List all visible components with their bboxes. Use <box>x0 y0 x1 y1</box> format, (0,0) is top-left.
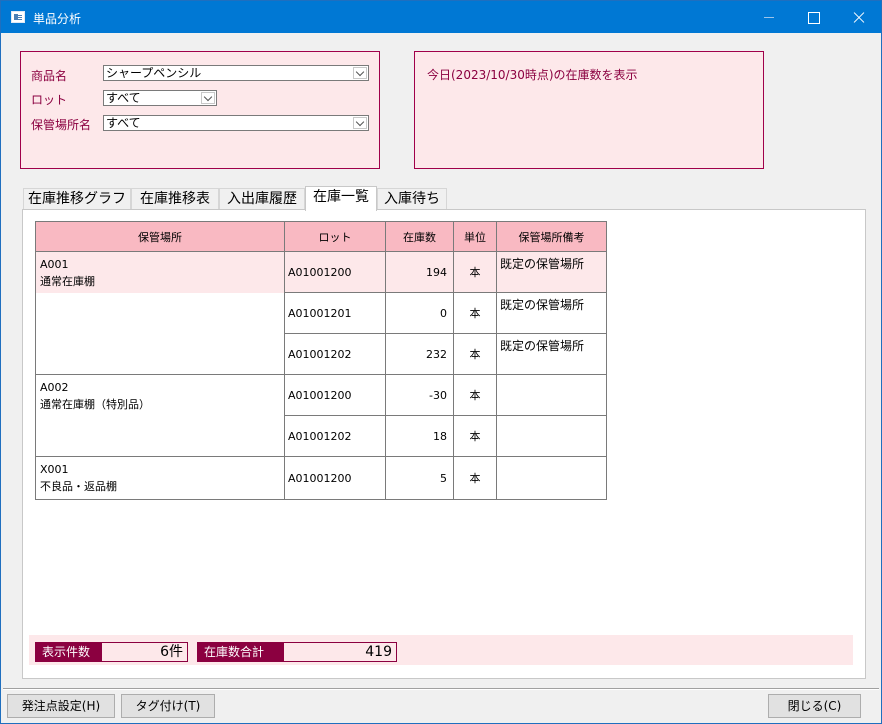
tagging-button[interactable]: タグ付け(T) <box>121 694 215 718</box>
qty-cell[interactable]: -30 <box>385 374 454 416</box>
location-code: A002 <box>40 381 69 394</box>
unit-cell[interactable]: 本 <box>453 333 497 375</box>
unit-cell[interactable]: 本 <box>453 251 497 293</box>
window: 単品分析 商品名 シャープペンシル ロット すべて 保管場所名 すべて 今日(2… <box>0 0 882 724</box>
location-name: 通常在庫棚（特別品） <box>40 398 150 411</box>
unit-cell[interactable]: 本 <box>453 415 497 457</box>
location-cell-highlight: A001 通常在庫棚 <box>36 252 284 293</box>
count-label: 表示件数 <box>35 642 101 662</box>
count-value: 6件 <box>101 642 188 662</box>
note-cell[interactable]: 既定の保管場所 <box>496 251 607 293</box>
table-row[interactable]: A002 通常在庫棚（特別品） A01001200 -30 本 <box>35 374 607 457</box>
qty-cell[interactable]: 0 <box>385 292 454 334</box>
qty-cell[interactable]: 18 <box>385 415 454 457</box>
divider-highlight <box>3 689 879 690</box>
note-cell[interactable]: 既定の保管場所 <box>496 292 607 334</box>
lot-cell[interactable]: A01001200 <box>284 251 386 293</box>
note-cell[interactable]: 既定の保管場所 <box>496 333 607 375</box>
lot-cell[interactable]: A01001202 <box>284 333 386 375</box>
lot-cell[interactable]: A01001200 <box>284 456 386 500</box>
note-cell[interactable] <box>496 456 607 500</box>
product-label: 商品名 <box>31 69 68 83</box>
info-panel: 今日(2023/10/30時点)の在庫数を表示 <box>414 51 764 169</box>
column-header-location[interactable]: 保管場所 <box>35 221 285 252</box>
unit-cell[interactable]: 本 <box>453 292 497 334</box>
column-header-unit[interactable]: 単位 <box>453 221 497 252</box>
location-name: 通常在庫棚 <box>40 275 95 288</box>
table-row[interactable]: A001 通常在庫棚 A01001200 194 本 既定の保管場所 <box>35 251 607 375</box>
unit-cell[interactable]: 本 <box>453 456 497 500</box>
app-icon <box>11 11 25 23</box>
location-name: 不良品・返品棚 <box>40 480 117 493</box>
window-title: 単品分析 <box>33 12 82 26</box>
location-select-value: すべて <box>106 116 141 130</box>
total-label: 在庫数合計 <box>197 642 283 662</box>
close-button[interactable]: 閉じる(C) <box>768 694 861 718</box>
location-cell[interactable]: A002 通常在庫棚（特別品） <box>35 374 285 457</box>
product-select-value: シャープペンシル <box>106 66 202 80</box>
table-header-row: 保管場所 ロット 在庫数 単位 保管場所備考 <box>35 221 607 252</box>
maximize-button[interactable] <box>791 1 835 33</box>
stock-table: 保管場所 ロット 在庫数 単位 保管場所備考 A001 通常在庫棚 A01001… <box>35 221 607 500</box>
title-bar[interactable]: 単品分析 <box>1 1 881 33</box>
chevron-down-icon[interactable] <box>201 92 215 104</box>
summary-bar: 表示件数 6件 在庫数合計 419 <box>29 635 853 665</box>
location-code: X001 <box>40 463 69 476</box>
lot-label: ロット <box>31 93 68 107</box>
total-value: 419 <box>283 642 397 662</box>
tab-panel-stock-list: 保管場所 ロット 在庫数 単位 保管場所備考 A001 通常在庫棚 A01001… <box>22 209 866 679</box>
unit-cell[interactable]: 本 <box>453 374 497 416</box>
tab-inout-history[interactable]: 入出庫履歴 <box>219 188 305 210</box>
location-label: 保管場所名 <box>31 118 92 132</box>
info-text: 今日(2023/10/30時点)の在庫数を表示 <box>427 68 638 82</box>
column-header-location-note[interactable]: 保管場所備考 <box>496 221 607 252</box>
order-point-settings-button[interactable]: 発注点設定(H) <box>7 694 115 718</box>
filter-panel: 商品名 シャープペンシル ロット すべて 保管場所名 すべて <box>20 51 380 169</box>
qty-cell[interactable]: 5 <box>385 456 454 500</box>
close-window-button[interactable] <box>837 1 881 33</box>
tab-stock-graph[interactable]: 在庫推移グラフ <box>23 188 131 210</box>
tab-awaiting-receipt[interactable]: 入庫待ち <box>377 188 447 210</box>
tab-stock-table[interactable]: 在庫推移表 <box>131 188 219 210</box>
note-cell[interactable] <box>496 415 607 457</box>
location-cell[interactable]: X001 不良品・返品棚 <box>35 456 285 500</box>
tab-stock-list[interactable]: 在庫一覧 <box>305 186 377 211</box>
chevron-down-icon[interactable] <box>353 117 367 129</box>
location-code: A001 <box>40 258 69 271</box>
column-header-qty[interactable]: 在庫数 <box>385 221 454 252</box>
stock-list-area: 保管場所 ロット 在庫数 単位 保管場所備考 A001 通常在庫棚 A01001… <box>29 218 859 674</box>
lot-cell[interactable]: A01001202 <box>284 415 386 457</box>
chevron-down-icon[interactable] <box>353 67 367 79</box>
product-select[interactable]: シャープペンシル <box>103 65 369 81</box>
lot-cell[interactable]: A01001201 <box>284 292 386 334</box>
location-cell[interactable]: A001 通常在庫棚 <box>35 251 285 375</box>
minimize-button[interactable] <box>747 1 791 33</box>
lot-select-value: すべて <box>106 91 141 105</box>
lot-select[interactable]: すべて <box>103 90 217 106</box>
lot-cell[interactable]: A01001200 <box>284 374 386 416</box>
location-select[interactable]: すべて <box>103 115 369 131</box>
column-header-lot[interactable]: ロット <box>284 221 386 252</box>
table-row[interactable]: X001 不良品・返品棚 A01001200 5 本 <box>35 456 607 500</box>
note-cell[interactable] <box>496 374 607 416</box>
qty-cell[interactable]: 194 <box>385 251 454 293</box>
qty-cell[interactable]: 232 <box>385 333 454 375</box>
